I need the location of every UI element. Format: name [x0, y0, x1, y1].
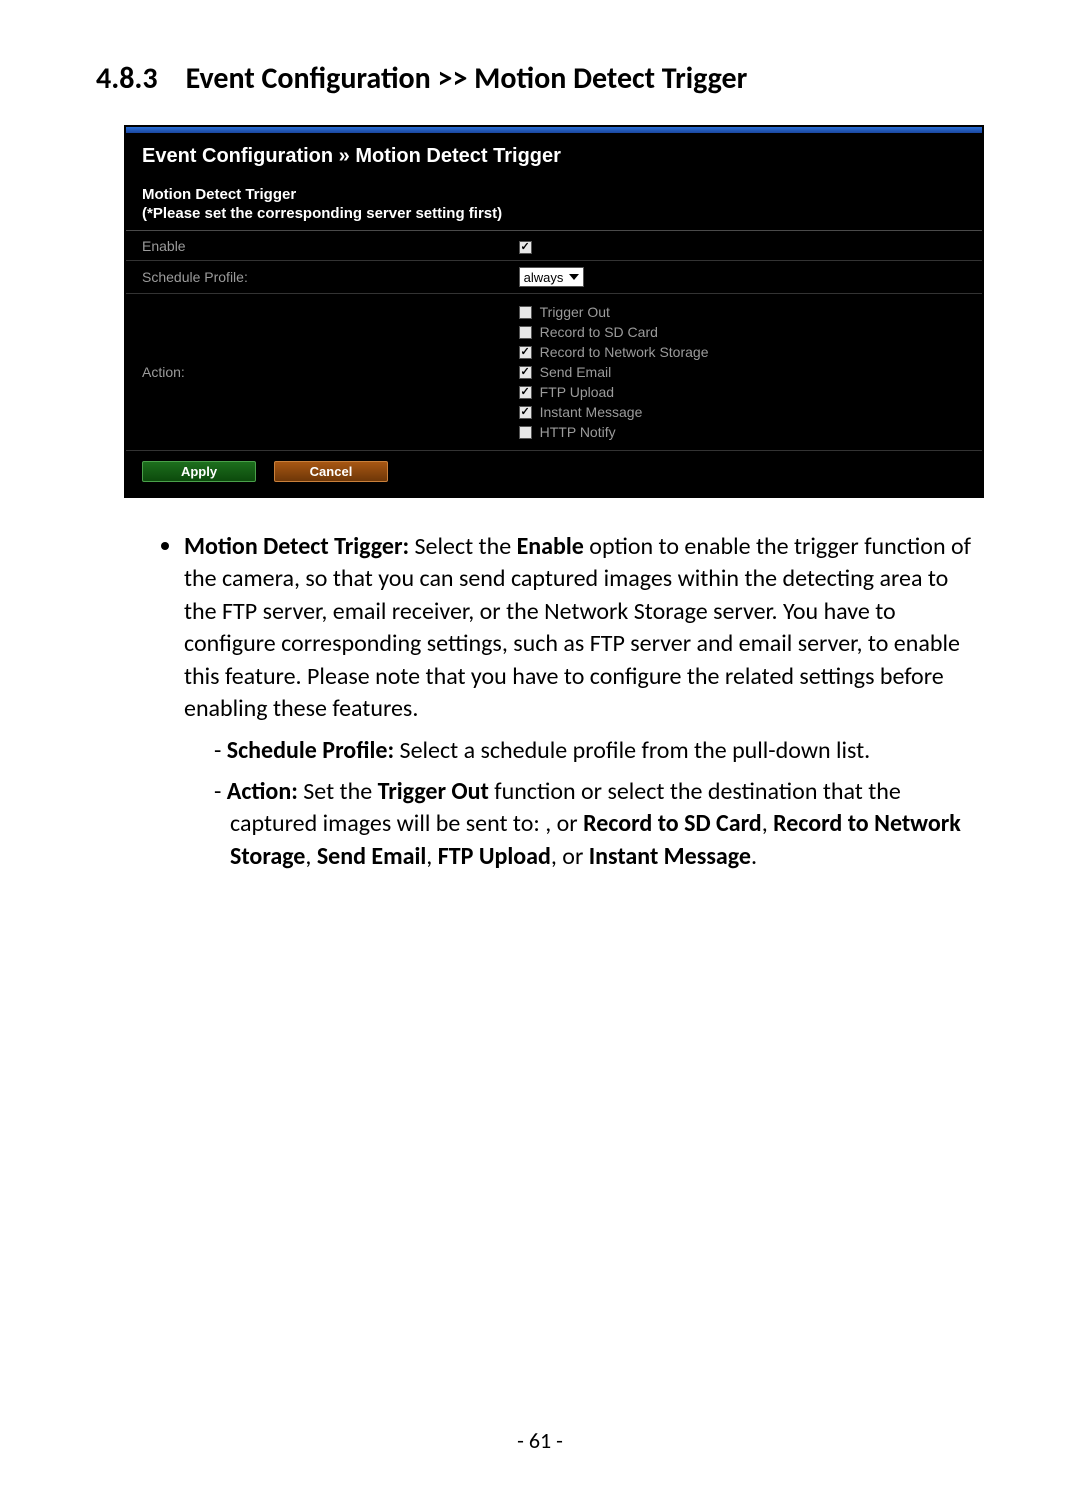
- section-heading: 4.8.3 Event Configuration >> Motion Detec…: [96, 60, 984, 97]
- section-title: Event Configuration >> Motion Detect Tri…: [186, 60, 748, 97]
- doc-body: Motion Detect Trigger: Select the Enable…: [96, 528, 984, 873]
- action-label: Record to Network Storage: [540, 344, 709, 360]
- page-number: - 61 -: [0, 1427, 1080, 1454]
- action-label: Record to SD Card: [540, 324, 658, 340]
- doc-text: , or: [551, 842, 589, 871]
- checkbox-http-notify[interactable]: [519, 426, 532, 439]
- label-schedule-profile: Schedule Profile:: [126, 261, 503, 294]
- action-option: Trigger Out: [519, 304, 972, 320]
- checkbox-send-email[interactable]: [519, 366, 532, 379]
- cancel-button[interactable]: Cancel: [274, 461, 388, 482]
- doc-text: ,: [305, 842, 316, 871]
- checkbox-record-sd[interactable]: [519, 326, 532, 339]
- row-action: Action: Trigger Out Record to SD Card: [126, 294, 982, 451]
- doc-text: Select the: [409, 532, 516, 561]
- label-action: Action:: [126, 294, 503, 451]
- doc-bold: Instant Message: [589, 842, 751, 871]
- action-label: HTTP Notify: [540, 424, 616, 440]
- apply-button[interactable]: Apply: [142, 461, 256, 482]
- chevron-down-icon: [569, 274, 579, 280]
- config-screenshot: Event Configuration » Motion Detect Trig…: [124, 125, 984, 498]
- doc-text: Select a schedule profile from the pull-…: [394, 736, 870, 765]
- doc-subbullet-action: Action: Set the Trigger Out function or …: [214, 776, 984, 873]
- checkbox-record-network[interactable]: [519, 346, 532, 359]
- checkbox-ftp-upload[interactable]: [519, 386, 532, 399]
- action-option: Record to SD Card: [519, 324, 972, 340]
- select-schedule-value: always: [524, 270, 564, 285]
- checkbox-trigger-out[interactable]: [519, 306, 532, 319]
- doc-lead: Schedule Profile:: [227, 736, 394, 765]
- select-schedule-profile[interactable]: always: [519, 267, 585, 287]
- breadcrumb: Event Configuration » Motion Detect Trig…: [126, 133, 982, 186]
- panel-subheader: Motion Detect Trigger (*Please set the c…: [126, 186, 982, 231]
- action-option: Instant Message: [519, 404, 972, 420]
- checkbox-enable[interactable]: [519, 241, 532, 254]
- section-number: 4.8.3: [96, 60, 158, 97]
- action-option: HTTP Notify: [519, 424, 972, 440]
- action-option: Record to Network Storage: [519, 344, 972, 360]
- action-option: FTP Upload: [519, 384, 972, 400]
- action-label: Instant Message: [540, 404, 643, 420]
- doc-text: ,: [762, 809, 773, 838]
- button-row: Apply Cancel: [126, 451, 982, 496]
- doc-bullet-main: Motion Detect Trigger: Select the Enable…: [184, 528, 984, 873]
- action-label: Trigger Out: [540, 304, 610, 320]
- doc-bold: Enable: [517, 532, 584, 561]
- doc-lead: Action:: [227, 777, 298, 806]
- doc-bold: FTP Upload: [438, 842, 551, 871]
- action-label: FTP Upload: [540, 384, 614, 400]
- doc-bold: Send Email: [317, 842, 426, 871]
- panel-subheader-title: Motion Detect Trigger: [142, 186, 966, 203]
- doc-subbullet-schedule: Schedule Profile: Select a schedule prof…: [214, 735, 984, 767]
- checkbox-instant-message[interactable]: [519, 406, 532, 419]
- doc-text: Set the: [298, 777, 378, 806]
- action-option: Send Email: [519, 364, 972, 380]
- row-enable: Enable: [126, 231, 982, 261]
- doc-lead: Motion Detect Trigger:: [184, 532, 409, 561]
- panel-subheader-note: (*Please set the corresponding server se…: [142, 205, 966, 222]
- doc-text: .: [751, 842, 757, 871]
- config-table: Enable Schedule Profile: always: [126, 231, 982, 451]
- doc-bold: Record to SD Card: [583, 809, 762, 838]
- doc-text: ,: [426, 842, 437, 871]
- row-schedule-profile: Schedule Profile: always: [126, 261, 982, 294]
- doc-bold: Trigger Out: [378, 777, 489, 806]
- label-enable: Enable: [126, 231, 503, 261]
- action-label: Send Email: [540, 364, 612, 380]
